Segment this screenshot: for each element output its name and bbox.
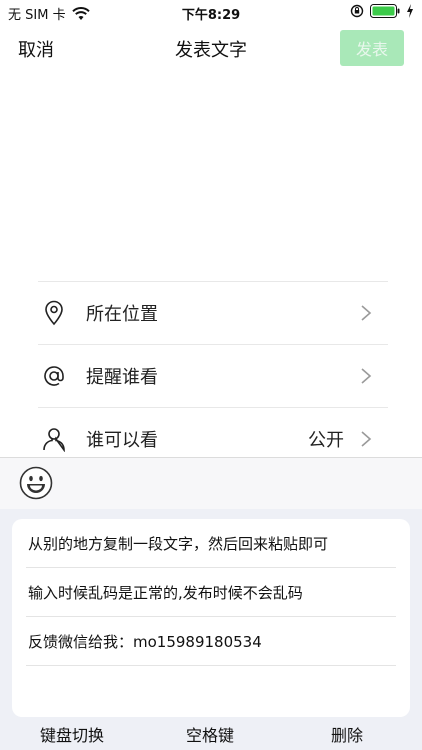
chevron-right-icon [361, 305, 372, 321]
quick-phrase-panel: 从别的地方复制一段文字，然后回来粘贴即可 输入时候乱码是正常的,发布时候不会乱码… [0, 509, 422, 750]
delete-button[interactable]: 删除 [331, 722, 363, 746]
nav-bar: 取消 发表文字 发表 [0, 26, 422, 70]
option-remind[interactable]: 提醒谁看 [38, 344, 388, 407]
location-pin-icon [45, 300, 63, 326]
status-bar: 无 SIM 卡 下午8:29 [0, 0, 422, 24]
compose-screen: 无 SIM 卡 下午8:29 取消 发表文字 发表 所在位置 提醒谁看 谁可以看… [0, 0, 422, 750]
phrase-item[interactable]: 反馈微信给我：mo15989180534 [26, 617, 396, 666]
keyboard-switch-button[interactable]: 键盘切换 [40, 722, 104, 746]
phrase-card: 从别的地方复制一段文字，然后回来粘贴即可 输入时候乱码是正常的,发布时候不会乱码… [12, 519, 410, 717]
phrase-item[interactable]: 输入时候乱码是正常的,发布时候不会乱码 [26, 568, 396, 617]
option-value: 公开 [308, 430, 344, 451]
publish-button[interactable]: 发表 [340, 30, 404, 66]
compose-text-area[interactable] [0, 72, 422, 280]
emoji-toolbar [0, 457, 422, 509]
person-icon [43, 428, 65, 452]
at-icon [44, 366, 64, 386]
option-label: 谁可以看 [86, 430, 158, 451]
battery-icon [370, 4, 400, 18]
chevron-right-icon [361, 431, 372, 447]
phrase-item[interactable] [26, 666, 396, 715]
rotation-lock-icon [350, 4, 364, 18]
status-right [350, 4, 414, 18]
option-label: 所在位置 [86, 304, 158, 325]
emoji-icon[interactable] [19, 466, 53, 500]
option-label: 提醒谁看 [86, 367, 158, 388]
option-location[interactable]: 所在位置 [38, 281, 388, 344]
options-list: 所在位置 提醒谁看 谁可以看 公开 [38, 281, 388, 470]
chevron-right-icon [361, 368, 372, 384]
phrase-item[interactable]: 从别的地方复制一段文字，然后回来粘贴即可 [26, 519, 396, 568]
space-button[interactable]: 空格键 [186, 722, 234, 746]
charging-bolt-icon [407, 4, 413, 18]
keyboard-actions: 键盘切换 空格键 删除 [0, 720, 422, 750]
